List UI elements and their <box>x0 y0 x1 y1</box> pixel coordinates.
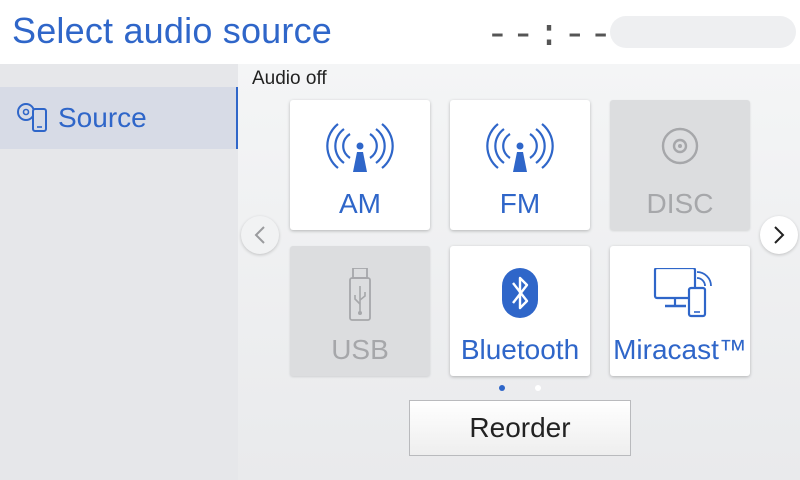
sidebar-item-source[interactable]: Source <box>0 87 238 149</box>
chevron-right-icon <box>774 226 785 244</box>
header-bar: Select audio source --:-- <box>0 0 800 64</box>
source-label: USB <box>331 334 389 365</box>
radio-antenna-icon <box>486 123 554 172</box>
disc-icon <box>661 127 699 165</box>
page-indicator-dot-active <box>499 385 505 391</box>
sidebar: Source <box>0 64 238 480</box>
source-label: Miracast™ <box>613 334 747 365</box>
audio-status-label: Audio off <box>252 68 327 89</box>
miracast-icon <box>653 268 712 318</box>
source-tile-disc[interactable]: DISC <box>610 100 750 230</box>
reorder-button[interactable]: Reorder <box>409 400 631 456</box>
clock: --:-- <box>486 14 616 57</box>
source-tile-usb[interactable]: USB <box>290 246 430 376</box>
source-tile-fm[interactable]: FM <box>450 100 590 230</box>
source-label: Bluetooth <box>460 334 580 365</box>
bluetooth-icon <box>502 268 538 318</box>
usb-icon <box>349 268 371 321</box>
previous-page-button[interactable] <box>241 216 279 254</box>
page-title: Select audio source <box>12 10 332 51</box>
source-icon <box>17 103 47 132</box>
next-page-button[interactable] <box>760 216 798 254</box>
source-tile-bluetooth[interactable]: Bluetooth <box>450 246 590 376</box>
sidebar-item-label: Source <box>58 102 147 133</box>
source-grid-panel: Audio off AM FM DISC USB Bluetooth Mirac… <box>238 64 800 480</box>
page-indicator-dot <box>535 385 541 391</box>
source-label: FM <box>499 188 541 219</box>
source-label: DISC <box>646 188 714 219</box>
source-tile-miracast[interactable]: Miracast™ <box>610 246 750 376</box>
source-label: AM <box>339 188 381 219</box>
radio-antenna-icon <box>326 123 394 172</box>
status-bar <box>610 16 796 48</box>
chevron-left-icon <box>254 226 265 244</box>
source-tile-am[interactable]: AM <box>290 100 430 230</box>
